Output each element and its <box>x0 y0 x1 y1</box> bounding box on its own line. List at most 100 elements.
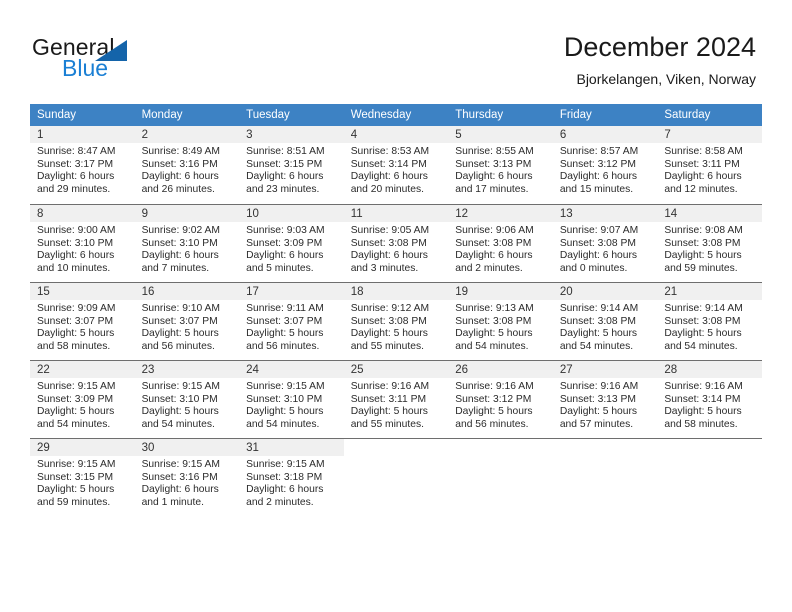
daylight-text-line1: Daylight: 5 hours <box>37 328 115 340</box>
calendar-day-cell[interactable]: 25 Sunrise: 9:16 AM Sunset: 3:11 PM Dayligh… <box>343 360 449 438</box>
calendar-day-cell[interactable]: 9 Sunrise: 9:02 AM Sunset: 3:10 PM Daylight… <box>134 204 240 282</box>
daylight-text-line2: and 58 minutes. <box>37 340 111 352</box>
sunrise-text: Sunrise: 9:16 AM <box>455 381 534 392</box>
daylight-text-line2: and 56 minutes. <box>141 340 215 352</box>
daylight-text-line2: and 7 minutes. <box>141 262 210 274</box>
calendar-day-cell[interactable]: 8 Sunrise: 9:00 AM Sunset: 3:10 PM Daylight… <box>30 204 135 282</box>
sunrise-text: Sunrise: 9:15 AM <box>37 459 116 470</box>
day-number: 26 <box>448 361 553 378</box>
calendar-day-cell[interactable]: 20 Sunrise: 9:14 AM Sunset: 3:08 PM Dayligh… <box>552 282 658 360</box>
calendar-day-cell[interactable]: 11 Sunrise: 9:05 AM Sunset: 3:08 PM Dayligh… <box>343 204 449 282</box>
sunset-text: Sunset: 3:08 PM <box>664 315 741 327</box>
logo-text-blue: Blue <box>62 55 109 81</box>
sunrise-text: Sunrise: 9:16 AM <box>559 381 639 392</box>
sunset-text: Sunset: 3:08 PM <box>559 315 636 327</box>
daylight-text-line1: Daylight: 5 hours <box>455 328 533 340</box>
sunset-text: Sunset: 3:07 PM <box>141 315 218 327</box>
daylight-text-line1: Daylight: 5 hours <box>664 250 742 262</box>
day-number: 17 <box>239 283 344 300</box>
sunset-text: Sunset: 3:07 PM <box>246 315 323 327</box>
daylight-text-line1: Daylight: 6 hours <box>37 250 115 262</box>
calendar-day-cell-empty <box>657 438 762 516</box>
sunrise-text: Sunrise: 9:15 AM <box>141 381 220 392</box>
daylight-text-line2: and 26 minutes. <box>141 183 215 195</box>
calendar-day-cell[interactable]: 1 Sunrise: 8:47 AM Sunset: 3:17 PM Daylight… <box>30 126 135 204</box>
daylight-text-line1: Daylight: 6 hours <box>664 171 742 183</box>
calendar-grid: Sunday Monday Tuesday Wednesday Thursday… <box>30 104 762 516</box>
day-number: 25 <box>343 361 449 378</box>
daylight-text-line1: Daylight: 5 hours <box>141 406 219 418</box>
calendar-day-cell[interactable]: 21 Sunrise: 9:14 AM Sunset: 3:08 PM Dayligh… <box>657 282 762 360</box>
daylight-text-line2: and 3 minutes. <box>350 262 419 274</box>
sunrise-text: Sunrise: 8:47 AM <box>37 146 116 157</box>
calendar-day-cell[interactable]: 14 Sunrise: 9:08 AM Sunset: 3:08 PM Dayligh… <box>657 204 762 282</box>
daylight-text-line2: and 54 minutes. <box>455 340 529 352</box>
page-title: December 2024 <box>563 32 756 62</box>
daylight-text-line1: Daylight: 6 hours <box>559 171 638 183</box>
daylight-text-line1: Daylight: 5 hours <box>350 328 428 340</box>
sunset-text: Sunset: 3:08 PM <box>350 237 427 249</box>
daylight-text-line1: Daylight: 5 hours <box>37 406 115 418</box>
calendar-day-cell[interactable]: 29 Sunrise: 9:15 AM Sunset: 3:15 PM Dayligh… <box>30 438 135 516</box>
daylight-text-line2: and 0 minutes. <box>559 262 628 274</box>
daylight-text-line1: Daylight: 6 hours <box>350 171 428 183</box>
weekday-header-saturday: Saturday <box>657 104 762 126</box>
day-number: 2 <box>134 126 240 143</box>
daylight-text-line2: and 17 minutes. <box>455 183 529 195</box>
sunset-text: Sunset: 3:07 PM <box>37 315 114 327</box>
calendar-day-cell[interactable]: 30 Sunrise: 9:15 AM Sunset: 3:16 PM Dayligh… <box>134 438 240 516</box>
daylight-text-line1: Daylight: 6 hours <box>246 250 324 262</box>
sunrise-text: Sunrise: 8:58 AM <box>664 146 743 157</box>
calendar-day-cell[interactable]: 17 Sunrise: 9:11 AM Sunset: 3:07 PM Dayligh… <box>239 282 344 360</box>
sunset-text: Sunset: 3:10 PM <box>37 237 114 249</box>
calendar-day-cell[interactable]: 27 Sunrise: 9:16 AM Sunset: 3:13 PM Dayligh… <box>552 360 658 438</box>
general-blue-logo[interactable]: General Blue <box>32 34 212 84</box>
daylight-text-line2: and 54 minutes. <box>246 418 320 430</box>
day-number: 21 <box>657 283 762 300</box>
weekday-header-wednesday: Wednesday <box>343 104 449 126</box>
calendar-day-cell[interactable]: 22 Sunrise: 9:15 AM Sunset: 3:09 PM Dayligh… <box>30 360 135 438</box>
calendar-day-cell[interactable]: 4 Sunrise: 8:53 AM Sunset: 3:14 PM Daylight… <box>343 126 449 204</box>
day-number <box>552 439 658 456</box>
sunset-text: Sunset: 3:18 PM <box>246 471 323 483</box>
calendar-day-cell[interactable]: 24 Sunrise: 9:15 AM Sunset: 3:10 PM Dayligh… <box>239 360 344 438</box>
day-number: 19 <box>448 283 553 300</box>
day-number: 4 <box>343 126 449 143</box>
calendar-day-cell[interactable]: 18 Sunrise: 9:12 AM Sunset: 3:08 PM Dayligh… <box>343 282 449 360</box>
calendar-day-cell[interactable]: 13 Sunrise: 9:07 AM Sunset: 3:08 PM Dayligh… <box>552 204 658 282</box>
calendar-day-cell[interactable]: 3 Sunrise: 8:51 AM Sunset: 3:15 PM Daylight… <box>239 126 344 204</box>
daylight-text-line1: Daylight: 5 hours <box>37 484 115 496</box>
daylight-text-line2: and 54 minutes. <box>37 418 111 430</box>
day-number: 20 <box>552 283 658 300</box>
calendar-day-cell[interactable]: 7 Sunrise: 8:58 AM Sunset: 3:11 PM Daylight… <box>657 126 762 204</box>
day-number: 23 <box>134 361 240 378</box>
calendar-day-cell[interactable]: 5 Sunrise: 8:55 AM Sunset: 3:13 PM Daylight… <box>448 126 553 204</box>
page-location: Bjorkelangen, Viken, Norway <box>576 71 756 87</box>
calendar-day-cell[interactable]: 26 Sunrise: 9:16 AM Sunset: 3:12 PM Dayligh… <box>448 360 553 438</box>
daylight-text-line1: Daylight: 5 hours <box>559 406 638 418</box>
calendar-day-cell[interactable]: 19 Sunrise: 9:13 AM Sunset: 3:08 PM Dayligh… <box>448 282 553 360</box>
calendar-day-cell[interactable]: 23 Sunrise: 9:15 AM Sunset: 3:10 PM Dayligh… <box>134 360 240 438</box>
calendar-page: General Blue December 2024 Bjorkelangen,… <box>0 0 792 612</box>
day-number: 22 <box>30 361 135 378</box>
day-number: 10 <box>239 205 344 222</box>
calendar-day-cell[interactable]: 16 Sunrise: 9:10 AM Sunset: 3:07 PM Dayligh… <box>134 282 240 360</box>
daylight-text-line1: Daylight: 5 hours <box>455 406 533 418</box>
calendar-day-cell[interactable]: 6 Sunrise: 8:57 AM Sunset: 3:12 PM Daylight… <box>552 126 658 204</box>
day-number: 7 <box>657 126 762 143</box>
calendar-day-cell[interactable]: 12 Sunrise: 9:06 AM Sunset: 3:08 PM Dayligh… <box>448 204 553 282</box>
calendar-day-cell[interactable]: 2 Sunrise: 8:49 AM Sunset: 3:16 PM Daylight… <box>134 126 240 204</box>
calendar-day-cell[interactable]: 31 Sunrise: 9:15 AM Sunset: 3:18 PM Dayligh… <box>239 438 344 516</box>
calendar-day-cell[interactable]: 10 Sunrise: 9:03 AM Sunset: 3:09 PM Dayligh… <box>239 204 344 282</box>
sunset-text: Sunset: 3:09 PM <box>246 237 323 249</box>
sunrise-text: Sunrise: 9:07 AM <box>559 225 639 236</box>
page-header: General Blue December 2024 Bjorkelangen,… <box>0 0 792 104</box>
sunset-text: Sunset: 3:17 PM <box>37 158 114 170</box>
weekday-header-friday: Friday <box>552 104 658 126</box>
daylight-text-line1: Daylight: 6 hours <box>141 171 219 183</box>
calendar-day-cell[interactable]: 15 Sunrise: 9:09 AM Sunset: 3:07 PM Dayligh… <box>30 282 135 360</box>
calendar-day-cell[interactable]: 28 Sunrise: 9:16 AM Sunset: 3:14 PM Dayligh… <box>657 360 762 438</box>
day-number <box>448 439 553 456</box>
weekday-header-sunday: Sunday <box>30 104 135 126</box>
sunrise-text: Sunrise: 9:00 AM <box>37 225 116 236</box>
